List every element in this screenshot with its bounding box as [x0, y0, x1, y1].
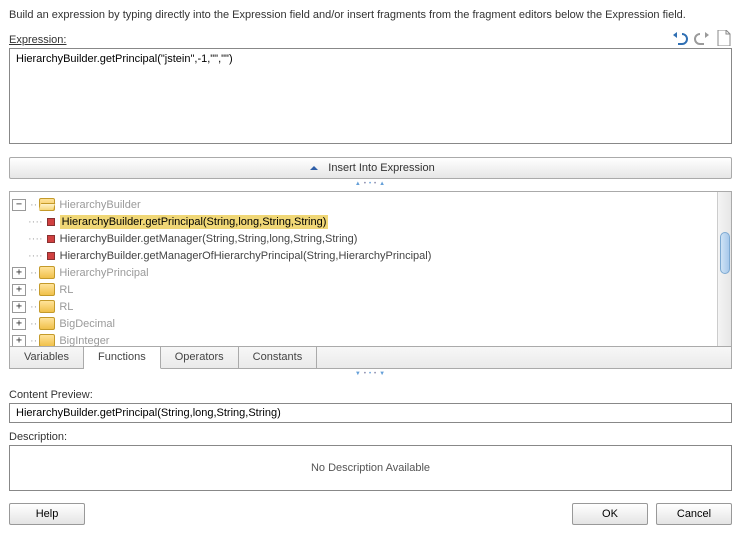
folder-icon	[39, 300, 55, 313]
tree-label: HierarchyBuilder.getManager(String,Strin…	[60, 233, 358, 245]
insert-into-expression-button[interactable]: Insert Into Expression	[9, 157, 732, 179]
method-icon	[47, 218, 55, 226]
tree-label: RL	[59, 301, 73, 313]
vertical-scrollbar[interactable]	[717, 192, 731, 346]
expand-toggle[interactable]: +	[12, 267, 26, 279]
functions-tree-panel: − ·· HierarchyBuilder ···· HierarchyBuil…	[9, 191, 732, 347]
tree-node-method[interactable]: ···· HierarchyBuilder.getPrincipal(Strin…	[12, 213, 715, 230]
tab-constants[interactable]: Constants	[239, 347, 318, 368]
expand-toggle[interactable]: +	[12, 318, 26, 330]
tree-node-rl[interactable]: + ·· RL	[12, 298, 715, 315]
folder-icon	[39, 317, 55, 330]
content-preview-label: Content Preview:	[9, 389, 732, 401]
tree-label: BigInteger	[59, 335, 109, 347]
cancel-button[interactable]: Cancel	[656, 503, 732, 525]
tree-node-bigdecimal[interactable]: + ·· BigDecimal	[12, 315, 715, 332]
expression-textarea[interactable]	[9, 48, 732, 144]
tab-functions[interactable]: Functions	[84, 347, 161, 369]
chevron-up-icon	[306, 160, 322, 176]
tree-label: RL	[59, 284, 73, 296]
tab-variables[interactable]: Variables	[10, 347, 84, 368]
splitter-handle-bottom[interactable]: ▼•••▼	[9, 369, 732, 381]
description-text: No Description Available	[311, 462, 430, 474]
content-preview-field[interactable]	[9, 403, 732, 423]
tree-label: HierarchyBuilder.getPrincipal(String,lon…	[60, 215, 329, 229]
folder-icon	[39, 266, 55, 279]
tree-label: HierarchyBuilder.getManagerOfHierarchyPr…	[60, 250, 432, 262]
folder-open-icon	[39, 198, 55, 211]
scroll-thumb[interactable]	[720, 232, 730, 274]
tree-node-method[interactable]: ···· HierarchyBuilder.getManager(String,…	[12, 230, 715, 247]
instruction-text: Build an expression by typing directly i…	[9, 8, 732, 22]
tree-node-hierarchybuilder[interactable]: − ·· HierarchyBuilder	[12, 196, 715, 213]
tree-label: HierarchyPrincipal	[59, 267, 148, 279]
tree-node-hierarchyprincipal[interactable]: + ·· HierarchyPrincipal	[12, 264, 715, 281]
splitter-handle-top[interactable]: ▲•••▲	[9, 179, 732, 191]
folder-icon	[39, 334, 55, 346]
tree-label: BigDecimal	[59, 318, 115, 330]
undo-icon[interactable]	[672, 30, 688, 46]
ok-button[interactable]: OK	[572, 503, 648, 525]
folder-icon	[39, 283, 55, 296]
tree-node-biginteger[interactable]: + ·· BigInteger	[12, 332, 715, 346]
expand-toggle[interactable]: +	[12, 335, 26, 347]
method-icon	[47, 252, 55, 260]
description-box: No Description Available	[9, 445, 732, 491]
expression-toolbar	[672, 30, 732, 46]
expression-label: Expression:	[9, 34, 66, 46]
description-label: Description:	[9, 431, 732, 443]
redo-icon[interactable]	[694, 30, 710, 46]
new-page-icon[interactable]	[716, 30, 732, 46]
tree-label: HierarchyBuilder	[59, 199, 140, 211]
method-icon	[47, 235, 55, 243]
tree-scroll-area[interactable]: − ·· HierarchyBuilder ···· HierarchyBuil…	[10, 192, 717, 346]
expand-toggle[interactable]: +	[12, 284, 26, 296]
expand-toggle[interactable]: +	[12, 301, 26, 313]
tab-operators[interactable]: Operators	[161, 347, 239, 368]
tree-node-method[interactable]: ···· HierarchyBuilder.getManagerOfHierar…	[12, 247, 715, 264]
help-button[interactable]: Help	[9, 503, 85, 525]
insert-label: Insert Into Expression	[328, 162, 434, 174]
fragment-tabs: Variables Functions Operators Constants	[9, 347, 732, 369]
tree-node-rl[interactable]: + ·· RL	[12, 281, 715, 298]
collapse-toggle[interactable]: −	[12, 199, 26, 211]
